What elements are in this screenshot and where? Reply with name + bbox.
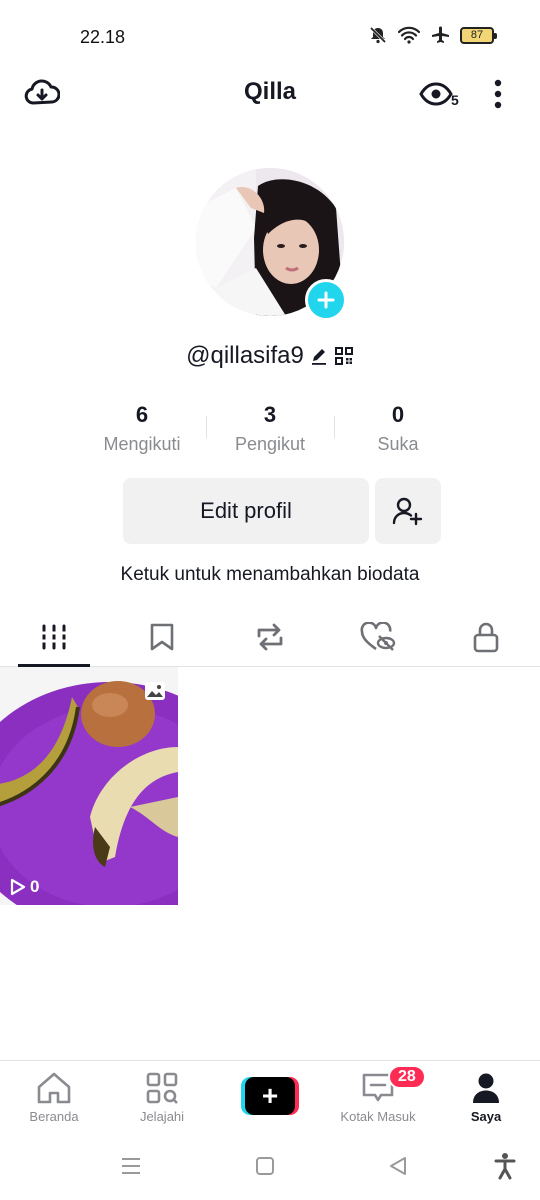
- video-views: 0: [30, 877, 40, 896]
- nav-inbox[interactable]: 28 Kotak Masuk: [324, 1061, 432, 1134]
- tab-reposts[interactable]: [216, 608, 324, 666]
- lock-icon: [473, 622, 499, 653]
- followers-label: Pengikut: [234, 434, 306, 454]
- play-outline-icon: [10, 878, 26, 896]
- profile-stats: 6 Mengikuti 3 Pengikut 0 Suka: [78, 402, 462, 462]
- tab-videos[interactable]: [0, 608, 108, 667]
- likes-count: 0: [391, 402, 405, 427]
- video-view-count: 0: [10, 877, 39, 897]
- nav-explore[interactable]: Jelajahi: [108, 1061, 216, 1134]
- tab-favorites[interactable]: [108, 608, 216, 666]
- photo-badge: [144, 681, 166, 706]
- wifi-icon: [398, 26, 420, 44]
- home-icon: [37, 1072, 71, 1104]
- status-bar: 22.18 87: [0, 0, 540, 72]
- bio-prompt[interactable]: Ketuk untuk menambahkan biodata: [0, 564, 540, 586]
- following-stat[interactable]: 6 Mengikuti: [78, 402, 206, 462]
- home-square-icon[interactable]: [255, 1156, 275, 1176]
- eye-icon: [419, 82, 453, 106]
- videos-grid-icon: [40, 624, 68, 650]
- profile-header: Qilla 5: [0, 70, 540, 116]
- username: @qillasifa9: [186, 342, 304, 369]
- system-navigation-bar: [0, 1140, 540, 1200]
- edit-pencil-icon[interactable]: [310, 347, 328, 365]
- accessibility-icon[interactable]: [494, 1152, 516, 1180]
- followers-count: 3: [263, 402, 277, 427]
- repost-icon: [257, 623, 283, 651]
- status-time: 22.18: [80, 27, 126, 47]
- bookmark-icon: [150, 623, 174, 651]
- following-count: 6: [135, 402, 149, 427]
- add-photo-button[interactable]: [305, 279, 347, 321]
- create-button[interactable]: +: [241, 1077, 299, 1115]
- nav-home-label: Beranda: [29, 1109, 79, 1124]
- profile-views-count: 5: [451, 92, 459, 108]
- username-row: @qillasifa9: [0, 342, 540, 370]
- menu-button[interactable]: [478, 76, 518, 112]
- content-tabs: [0, 608, 540, 667]
- qr-code-icon[interactable]: [334, 346, 354, 366]
- likes-stat[interactable]: 0 Suka: [334, 402, 462, 462]
- page-title: Qilla: [243, 78, 297, 105]
- likes-label: Suka: [377, 434, 419, 454]
- plus-icon: [317, 291, 335, 309]
- recent-apps-icon[interactable]: [121, 1156, 141, 1176]
- airplane-icon: [432, 26, 449, 43]
- liked-hidden-icon: [360, 622, 396, 651]
- profile-views-button[interactable]: [416, 76, 456, 112]
- explore-grid-icon: [146, 1072, 178, 1104]
- nav-create[interactable]: +: [216, 1061, 324, 1134]
- battery-level: 87: [470, 29, 484, 41]
- followers-stat[interactable]: 3 Pengikut: [206, 402, 334, 462]
- back-triangle-icon[interactable]: [388, 1156, 408, 1176]
- status-icons: 87: [368, 25, 497, 45]
- nav-profile-label: Saya: [470, 1109, 502, 1124]
- add-user-icon: [392, 497, 423, 526]
- video-thumbnail[interactable]: 0: [0, 667, 178, 905]
- inbox-badge: 28: [388, 1065, 426, 1089]
- nav-explore-label: Jelajahi: [139, 1109, 185, 1124]
- nav-home[interactable]: Beranda: [0, 1061, 108, 1134]
- battery-indicator: 87: [460, 26, 497, 44]
- tab-liked[interactable]: [324, 608, 432, 666]
- nav-profile[interactable]: Saya: [432, 1061, 540, 1134]
- bell-muted-icon: [369, 26, 387, 44]
- bottom-navigation: Beranda Jelajahi + 28 Kotak Masuk Saya: [0, 1060, 540, 1134]
- add-friend-button[interactable]: [375, 478, 441, 544]
- image-icon: [145, 682, 165, 700]
- nav-inbox-label: Kotak Masuk: [340, 1109, 416, 1124]
- tab-private[interactable]: [432, 608, 540, 666]
- more-vertical-icon: [494, 79, 502, 109]
- following-label: Mengikuti: [103, 434, 181, 454]
- edit-profile-button[interactable]: Edit profil: [123, 478, 369, 544]
- person-icon: [473, 1073, 499, 1103]
- plus-icon: +: [245, 1077, 295, 1115]
